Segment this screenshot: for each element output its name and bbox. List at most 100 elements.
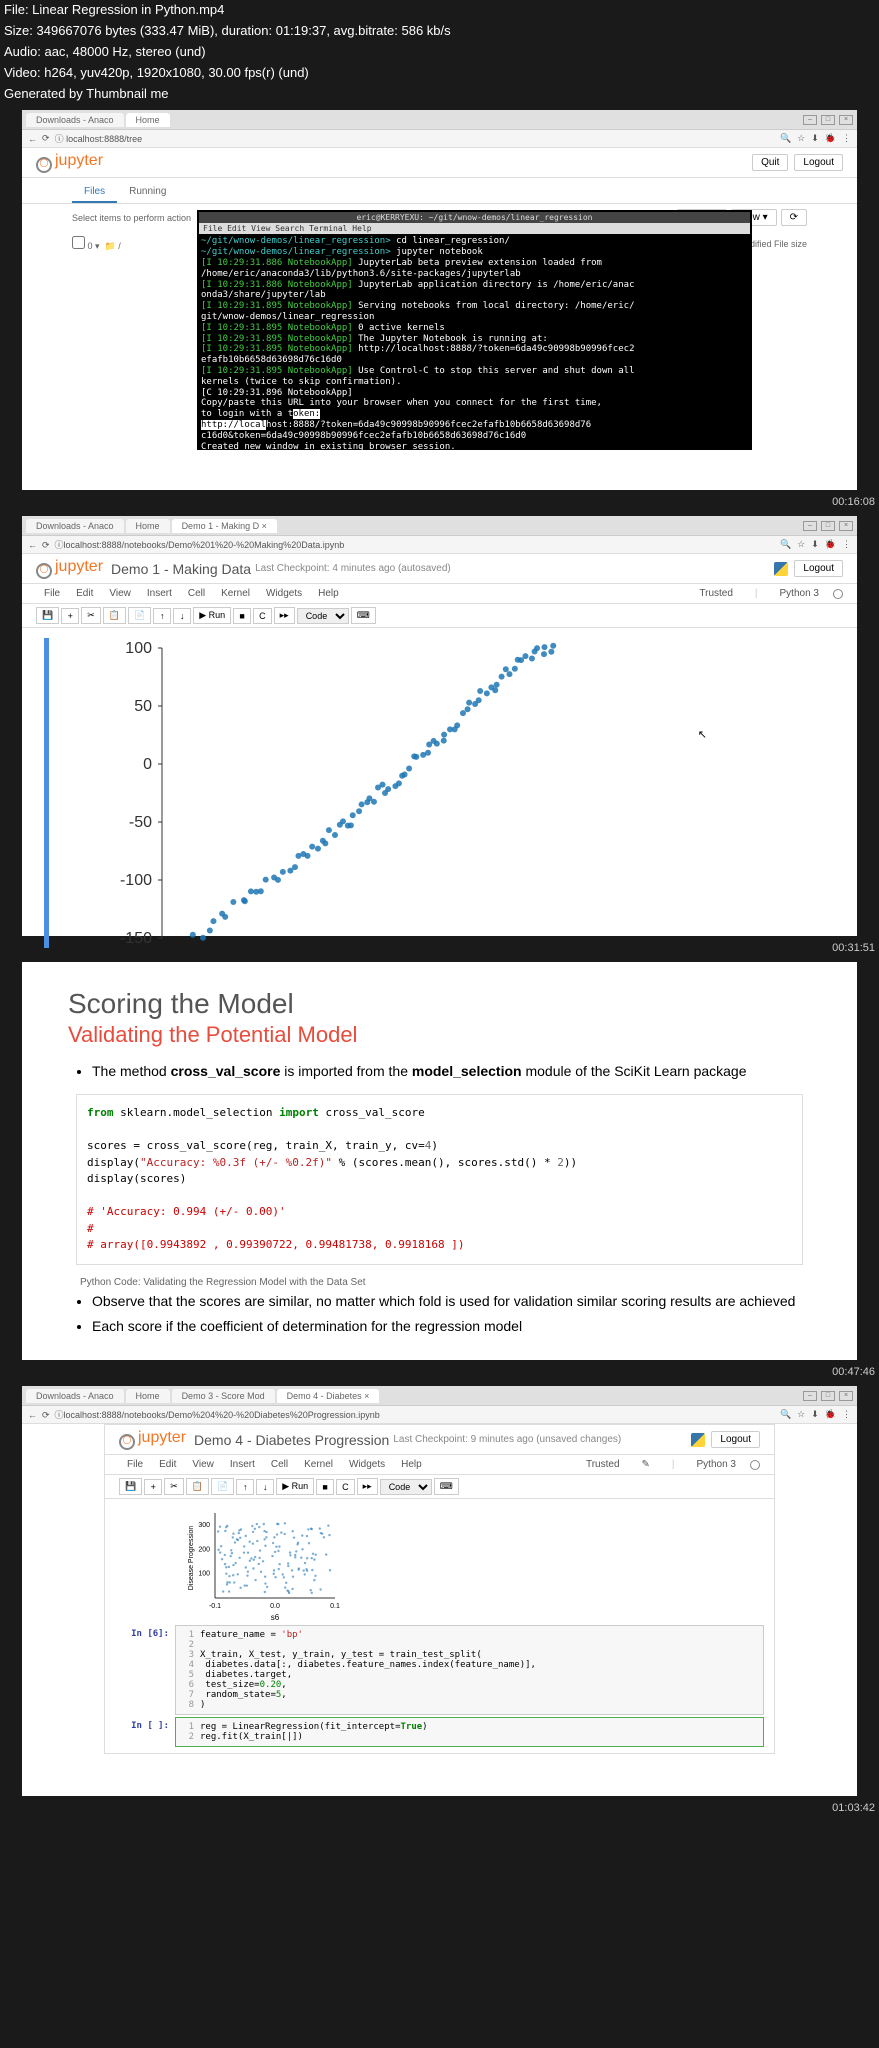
url-text[interactable]: localhost:8888/tree bbox=[66, 134, 142, 144]
window-close-icon[interactable]: × bbox=[839, 1391, 853, 1401]
address-bar[interactable]: ← ⟳ ⓘ localhost:8888/tree 🔍 ☆ ⬇ 🐞 ⋮ bbox=[22, 130, 857, 148]
toolbar-button[interactable]: + bbox=[144, 1479, 162, 1495]
refresh-button[interactable]: ⟳ bbox=[781, 209, 807, 226]
address-bar[interactable]: ← ⟳ ⓘ localhost:8888/notebooks/Demo%201%… bbox=[22, 536, 857, 554]
quit-button[interactable]: Quit bbox=[752, 154, 788, 171]
checkpoint-label: Last Checkpoint: 9 minutes ago (unsaved … bbox=[393, 1434, 621, 1445]
menu-file[interactable]: File bbox=[119, 1457, 151, 1472]
browser-tab-home[interactable]: Home bbox=[126, 113, 170, 127]
code-cell-6[interactable]: In [6]: 1feature_name = 'bp'2 3X_train, … bbox=[115, 1625, 764, 1715]
menu-file[interactable]: File bbox=[36, 586, 68, 601]
command-palette-button[interactable]: ⌨ bbox=[351, 607, 376, 624]
window-minimize-icon[interactable]: – bbox=[803, 115, 817, 125]
menu-view[interactable]: View bbox=[101, 586, 139, 601]
notebook-title[interactable]: Demo 4 - Diabetes Progression bbox=[194, 1432, 389, 1448]
window-minimize-icon[interactable]: – bbox=[803, 1391, 817, 1401]
toolbar-button[interactable]: C bbox=[253, 608, 272, 624]
window-minimize-icon[interactable]: – bbox=[803, 521, 817, 531]
search-icon[interactable]: 🔍 bbox=[780, 133, 791, 144]
toolbar-button[interactable]: ▶ Run bbox=[276, 1478, 314, 1495]
toolbar-button[interactable]: 📄 bbox=[128, 607, 151, 624]
debug-icon[interactable]: 🐞 bbox=[825, 133, 836, 144]
jupyter-logo[interactable]: jupyter bbox=[119, 1429, 186, 1450]
terminal-menu[interactable]: File Edit View Search Terminal Help bbox=[199, 223, 750, 234]
menu-insert[interactable]: Insert bbox=[222, 1457, 263, 1472]
menu-edit[interactable]: Edit bbox=[151, 1457, 184, 1472]
toolbar-button[interactable]: ↓ bbox=[173, 608, 191, 624]
toolbar-button[interactable]: ↑ bbox=[236, 1479, 254, 1495]
menu-kernel[interactable]: Kernel bbox=[213, 586, 258, 601]
toolbar-button[interactable]: ▶ Run bbox=[193, 607, 231, 624]
toolbar-button[interactable]: 📋 bbox=[186, 1478, 209, 1495]
toolbar: 💾+✂📋📄↑↓▶ Run■C▸▸Code⌨ bbox=[22, 604, 857, 628]
pencil-icon[interactable]: ✎ bbox=[634, 1457, 658, 1472]
kernel-status-icon bbox=[750, 1460, 760, 1470]
toolbar-button[interactable]: ■ bbox=[316, 1479, 334, 1495]
browser-tab-downloads[interactable]: Downloads - Anaco bbox=[26, 113, 124, 127]
window-maximize-icon[interactable]: □ bbox=[821, 115, 835, 125]
notebook-title[interactable]: Demo 1 - Making Data bbox=[111, 561, 251, 577]
logout-button[interactable]: Logout bbox=[794, 154, 843, 171]
menu-kernel[interactable]: Kernel bbox=[296, 1457, 341, 1472]
celltype-select[interactable]: Code bbox=[297, 608, 349, 624]
menu-widgets[interactable]: Widgets bbox=[258, 586, 310, 601]
tab-running[interactable]: Running bbox=[117, 182, 178, 203]
select-all-checkbox[interactable] bbox=[72, 236, 85, 249]
terminal-window[interactable]: eric@KERRYEXU: ~/git/wnow-demos/linear_r… bbox=[197, 210, 752, 450]
menu-cell[interactable]: Cell bbox=[180, 586, 213, 601]
download-icon[interactable]: ⬇ bbox=[811, 133, 819, 144]
cell-prompt: In [6]: bbox=[115, 1625, 175, 1715]
toolbar-button[interactable]: 📄 bbox=[211, 1478, 234, 1495]
menu-view[interactable]: View bbox=[184, 1457, 222, 1472]
window-maximize-icon[interactable]: □ bbox=[821, 1391, 835, 1401]
toolbar-button[interactable]: ■ bbox=[233, 608, 251, 624]
menu-cell[interactable]: Cell bbox=[263, 1457, 296, 1472]
toolbar-button[interactable]: 📋 bbox=[103, 607, 126, 624]
reload-icon[interactable]: ⟳ bbox=[42, 133, 50, 144]
toolbar-button[interactable]: 💾 bbox=[36, 607, 59, 624]
menu-widgets[interactable]: Widgets bbox=[341, 1457, 393, 1472]
window-maximize-icon[interactable]: □ bbox=[821, 521, 835, 531]
kernel-label[interactable]: Python 3 bbox=[772, 586, 827, 601]
menu-icon[interactable]: ⋮ bbox=[842, 133, 851, 144]
toolbar-button[interactable]: 💾 bbox=[119, 1478, 142, 1495]
trusted-label[interactable]: Trusted bbox=[691, 586, 741, 601]
celltype-select[interactable]: Code bbox=[380, 1479, 432, 1495]
nav-back-icon[interactable]: ← bbox=[28, 134, 37, 144]
toolbar-button[interactable]: + bbox=[61, 608, 79, 624]
code-input[interactable]: 1reg = LinearRegression(fit_intercept=Tr… bbox=[175, 1717, 764, 1747]
menu-edit[interactable]: Edit bbox=[68, 586, 101, 601]
star-icon[interactable]: ☆ bbox=[797, 133, 805, 144]
toolbar-button[interactable]: C bbox=[336, 1479, 355, 1495]
logout-button[interactable]: Logout bbox=[794, 560, 843, 577]
logout-button[interactable]: Logout bbox=[711, 1431, 760, 1448]
window-close-icon[interactable]: × bbox=[839, 521, 853, 531]
menu-help[interactable]: Help bbox=[393, 1457, 430, 1472]
toolbar-button[interactable]: ▸▸ bbox=[357, 1478, 378, 1495]
menu-insert[interactable]: Insert bbox=[139, 586, 180, 601]
jupyter-logo[interactable]: jupyter bbox=[36, 558, 103, 579]
toolbar-button[interactable]: ↑ bbox=[153, 608, 171, 624]
tab-files[interactable]: Files bbox=[72, 182, 117, 203]
address-bar[interactable]: ← ⟳ ⓘ localhost:8888/notebooks/Demo%204%… bbox=[22, 1406, 857, 1424]
kernel-label[interactable]: Python 3 bbox=[689, 1457, 744, 1472]
thumbnail-3: Scoring the Model Validating the Potenti… bbox=[22, 962, 857, 1360]
browser-tab[interactable]: Downloads - Anaco bbox=[26, 519, 124, 533]
notebook-output: 100500-50-100-150 ↖ bbox=[22, 628, 857, 958]
browser-tab[interactable]: Home bbox=[126, 519, 170, 533]
command-palette-button[interactable]: ⌨ bbox=[434, 1478, 459, 1495]
jupyter-logo[interactable]: jupyter bbox=[36, 152, 103, 173]
toolbar-button[interactable]: ✂ bbox=[164, 1478, 184, 1495]
file-info-video: Video: h264, yuv420p, 1920x1080, 30.00 f… bbox=[0, 63, 879, 84]
code-input[interactable]: 1feature_name = 'bp'2 3X_train, X_test, … bbox=[175, 1625, 764, 1715]
menu-help[interactable]: Help bbox=[310, 586, 347, 601]
browser-tab[interactable]: Demo 1 - Making D × bbox=[172, 519, 277, 533]
window-close-icon[interactable]: × bbox=[839, 115, 853, 125]
toolbar-button[interactable]: ↓ bbox=[256, 1479, 274, 1495]
toolbar-button[interactable]: ▸▸ bbox=[274, 607, 295, 624]
trusted-label[interactable]: Trusted bbox=[578, 1457, 628, 1472]
code-cell-active[interactable]: In [ ]: 1reg = LinearRegression(fit_inte… bbox=[115, 1717, 764, 1747]
code-caption: Python Code: Validating the Regression M… bbox=[80, 1277, 799, 1288]
toolbar-button[interactable]: ✂ bbox=[81, 607, 101, 624]
small-scatter-chart: 100200300-0.10.00.1s6Disease Progression bbox=[185, 1503, 345, 1623]
